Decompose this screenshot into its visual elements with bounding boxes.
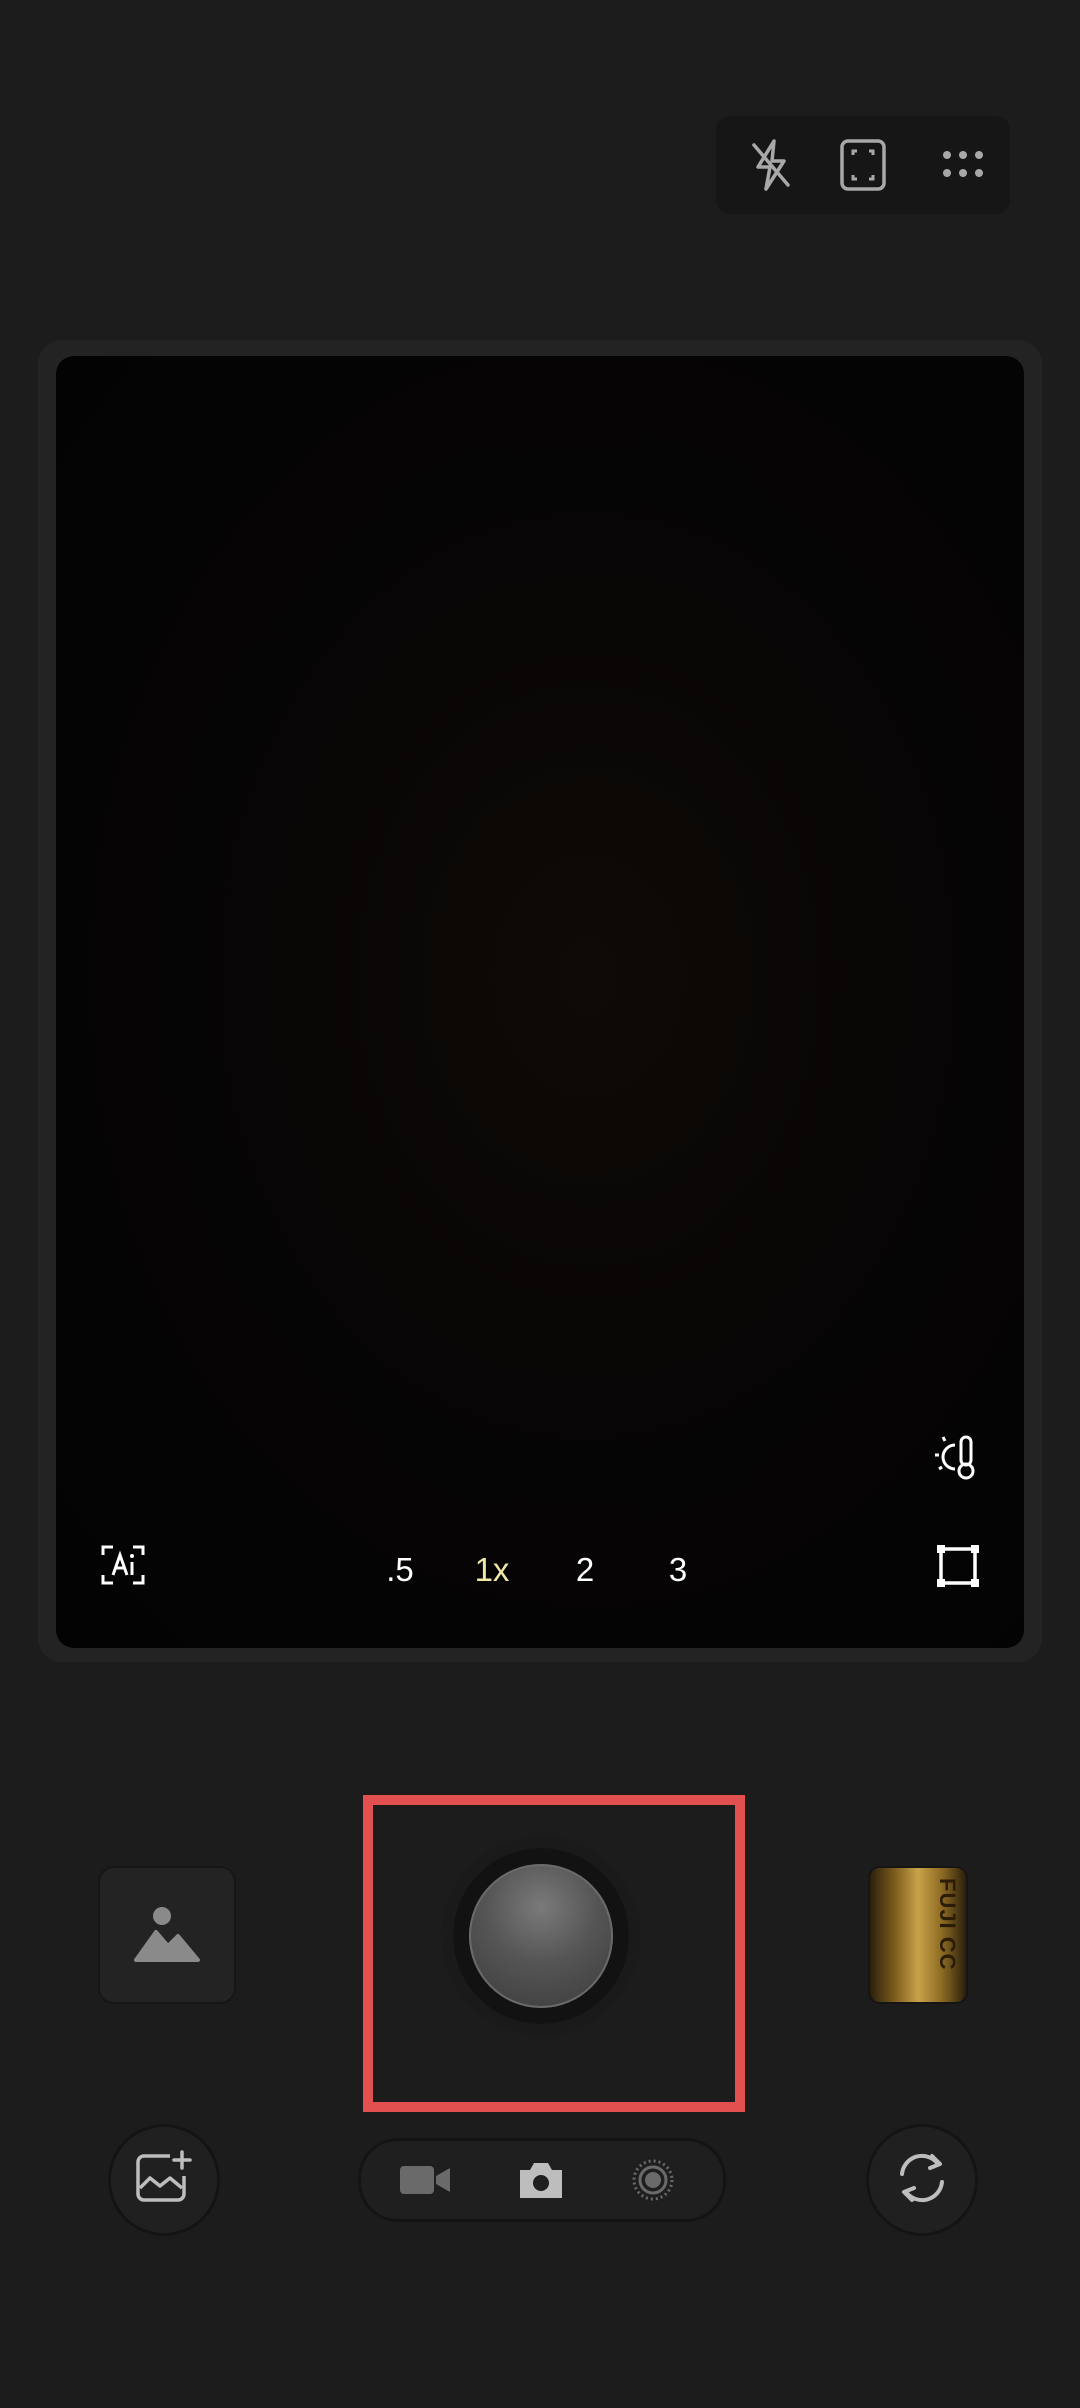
video-mode-icon[interactable]	[395, 2150, 455, 2210]
more-options-icon[interactable]	[928, 130, 998, 200]
crop-frame-icon[interactable]	[934, 1542, 982, 1590]
mode-selector	[358, 2138, 726, 2222]
add-image-button[interactable]	[108, 2124, 220, 2236]
zoom-1x[interactable]: 1x	[452, 1540, 532, 1600]
switch-camera-button[interactable]	[866, 2124, 978, 2236]
zoom-2x[interactable]: 2	[545, 1540, 625, 1600]
switch-camera-icon	[892, 2148, 952, 2213]
photo-mode-icon[interactable]	[511, 2150, 571, 2210]
ai-scene-icon[interactable]	[98, 1540, 148, 1590]
add-image-icon	[134, 2149, 194, 2211]
film-simulation-button[interactable]: FUJI CC	[868, 1866, 968, 2004]
film-label: FUJI CC	[935, 1878, 960, 1971]
camera-preview[interactable]	[56, 356, 1024, 1648]
top-toolbar	[716, 116, 1010, 214]
gallery-button[interactable]	[98, 1866, 236, 2004]
flash-off-icon[interactable]	[736, 130, 806, 200]
white-balance-temperature-icon[interactable]	[930, 1428, 986, 1484]
highlight-box	[363, 1795, 745, 2112]
zoom-3x[interactable]: 3	[638, 1540, 718, 1600]
live-mode-icon[interactable]	[623, 2150, 683, 2210]
aspect-frame-icon[interactable]	[828, 130, 898, 200]
gallery-image-icon	[132, 1898, 202, 1973]
zoom-0.5x[interactable]: .5	[360, 1540, 440, 1600]
